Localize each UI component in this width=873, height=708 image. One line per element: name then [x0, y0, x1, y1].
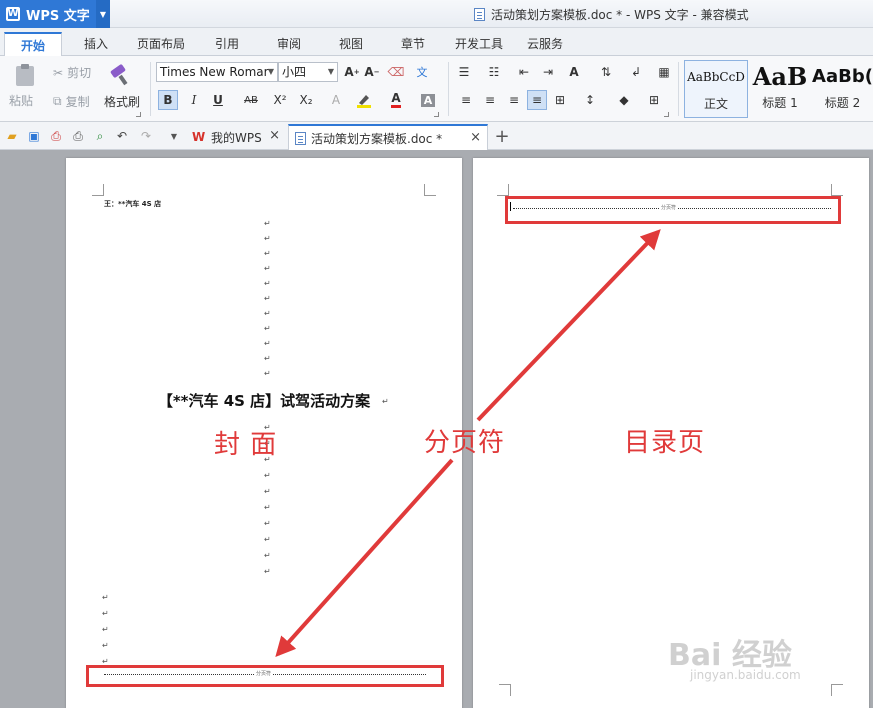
annotation-arrows: [275, 229, 661, 657]
annotation-toc-page: 目录页: [624, 428, 706, 458]
arrow-to-toc-break: [476, 229, 661, 422]
baidu-watermark-url: jingyan.baidu.com: [690, 668, 801, 682]
annotation-cover: 封 面: [214, 430, 278, 460]
annotation-page-break: 分页符: [424, 428, 506, 458]
arrow-to-cover-break: [275, 458, 454, 657]
wps-writer-window: W WPS 文字 ▼ 活动策划方案模板.doc * - WPS 文字 - 兼容模…: [0, 0, 873, 708]
